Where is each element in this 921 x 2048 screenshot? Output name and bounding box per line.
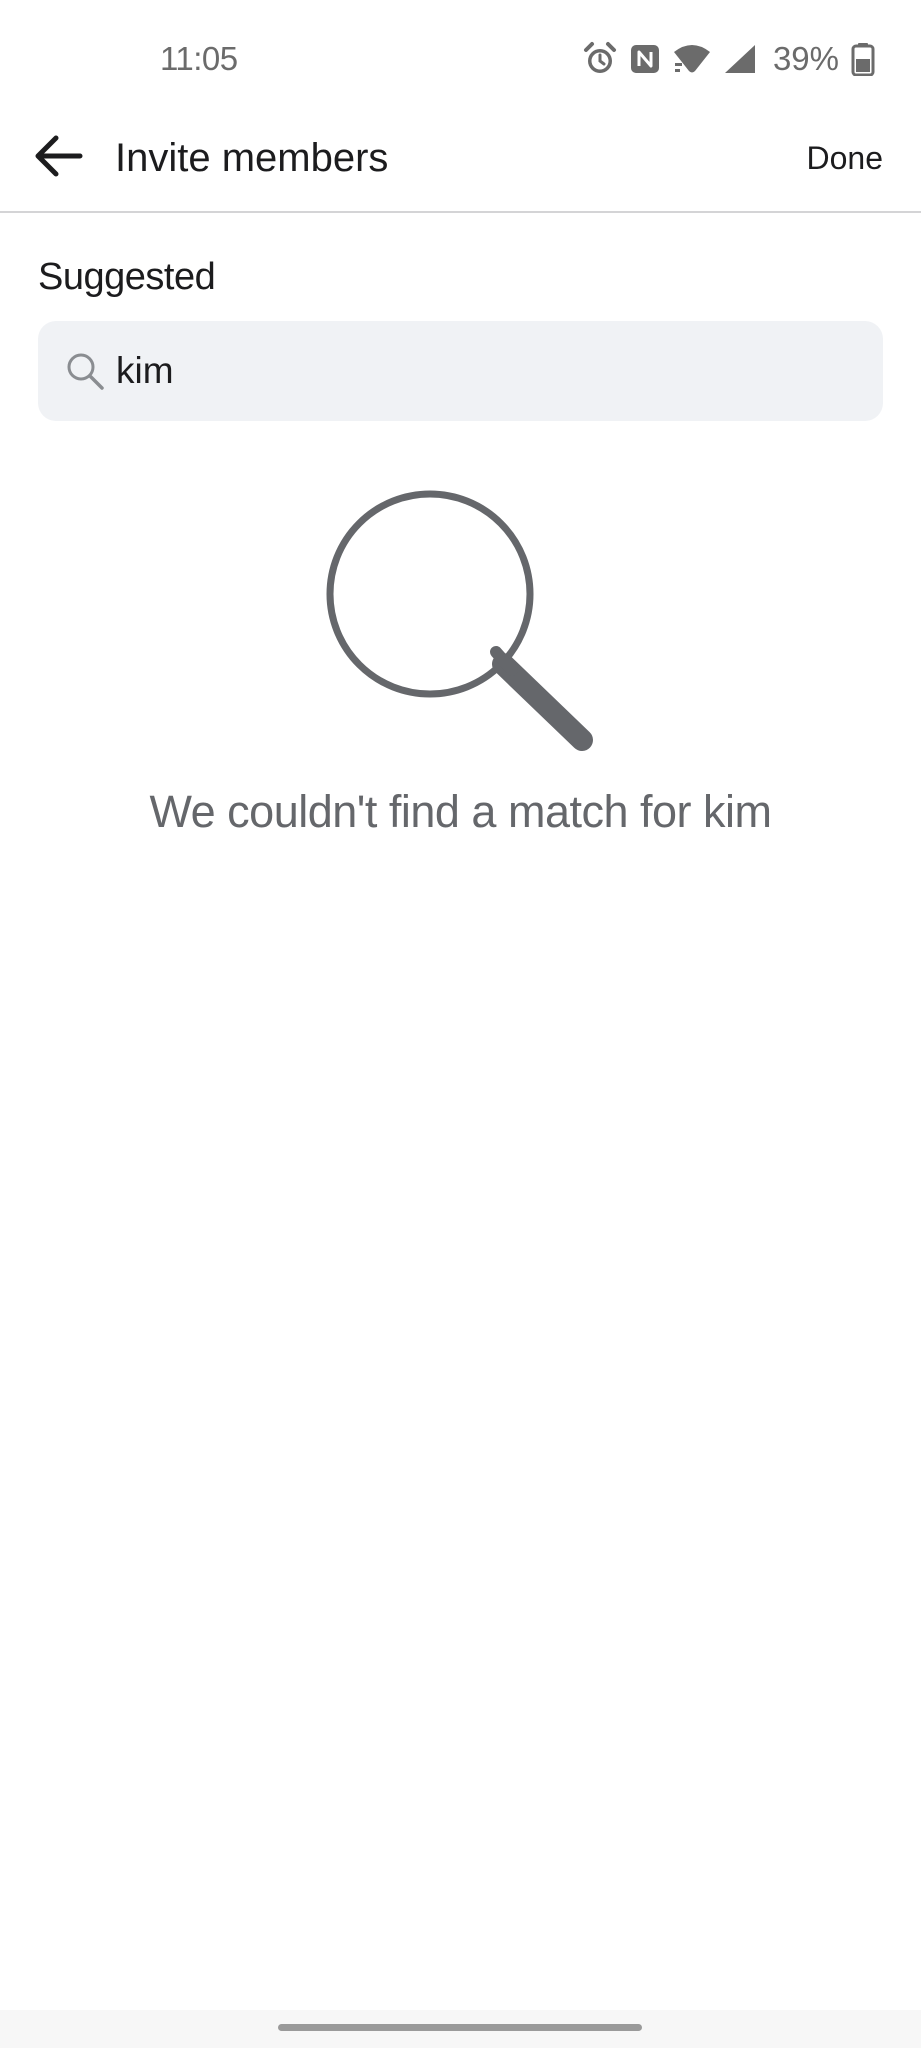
magnifying-glass-icon (320, 484, 600, 764)
arrow-left-icon (32, 132, 84, 185)
no-results-message: We couldn't find a match for kim (149, 786, 772, 837)
battery-percent: 39% (772, 40, 839, 77)
done-button[interactable]: Done (807, 128, 884, 188)
suggested-label: Suggested (38, 256, 216, 298)
app-header: Invite members Done (0, 118, 921, 213)
nfc-icon (629, 43, 661, 75)
status-bar: 11:05 39% (0, 0, 921, 118)
search-bar[interactable] (38, 321, 883, 421)
battery-icon (851, 42, 875, 76)
status-icons: 39% (583, 38, 875, 80)
search-icon (64, 350, 106, 392)
wifi-icon (673, 43, 711, 75)
cell-signal-icon (723, 43, 757, 75)
home-indicator[interactable] (278, 2024, 642, 2031)
system-nav-bar (0, 2010, 921, 2048)
status-time: 11:05 (160, 40, 238, 77)
back-button[interactable] (28, 128, 88, 188)
alarm-icon (583, 41, 617, 77)
search-input[interactable] (116, 341, 856, 401)
page-title: Invite members (115, 136, 389, 180)
